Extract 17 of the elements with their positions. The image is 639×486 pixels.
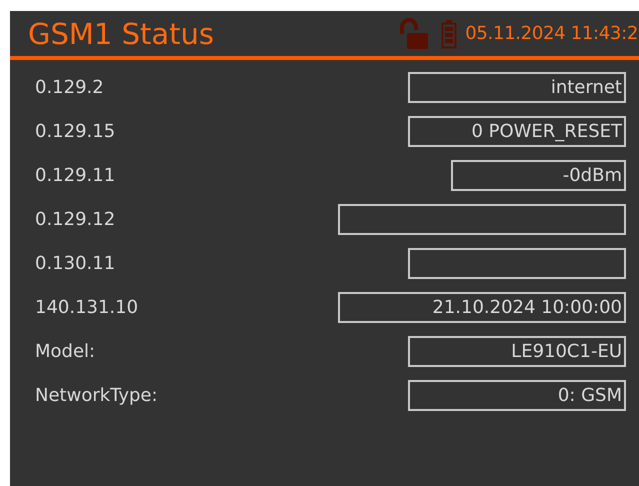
field-label: 0.129.11	[35, 165, 116, 186]
field-label: 140.131.10	[35, 297, 138, 318]
value-field: LE910C1-EU	[408, 336, 626, 367]
value-field: -0dBm	[451, 160, 626, 191]
field-label: 0.129.15	[35, 121, 116, 142]
value-field: 0 POWER_RESET	[408, 116, 626, 147]
field-label: 0.129.2	[35, 77, 104, 98]
field-label: 0.129.12	[35, 209, 116, 230]
value-field: internet	[408, 72, 626, 103]
value-field: 21.10.2024 10:00:00	[338, 292, 626, 323]
date-time: 05.11.2024 11:43:2	[465, 23, 638, 44]
field-label: 0.130.11	[35, 253, 116, 274]
field-label: NetworkType:	[35, 385, 158, 406]
value-field: 0: GSM	[408, 380, 626, 411]
battery-icon	[441, 18, 458, 48]
screen-title: GSM1 Status	[28, 16, 214, 50]
field-label: Model:	[35, 341, 96, 362]
